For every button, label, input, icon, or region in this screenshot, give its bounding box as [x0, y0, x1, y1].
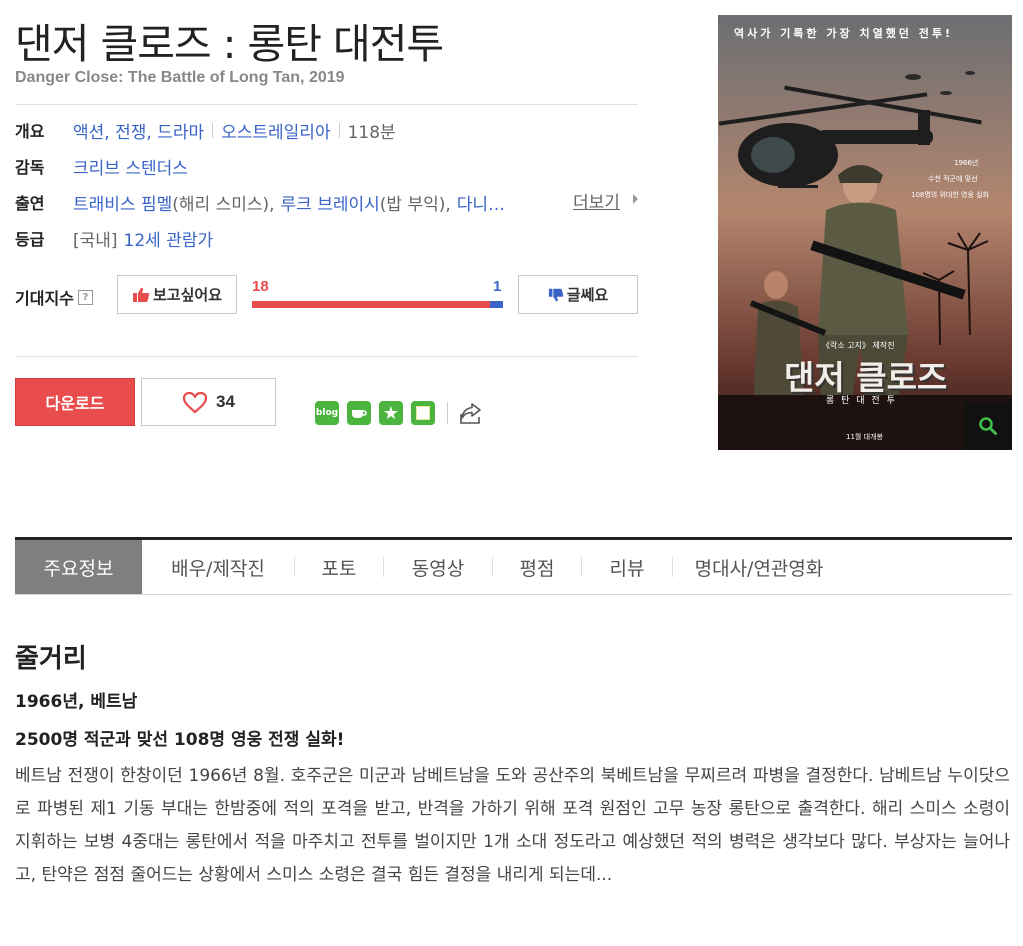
want-bar	[252, 301, 490, 308]
cast-role-1: (해리 스미스),	[172, 194, 275, 215]
poster-info-2: 수천 적군에 맞선	[928, 175, 978, 183]
overview-row: 개요 액션, 전쟁, 드라마 오스트레일리아 118분	[15, 117, 396, 143]
want-to-see-label: 보고싶어요	[152, 286, 222, 304]
rating-label: 등급	[15, 230, 45, 249]
help-icon[interactable]: ?	[77, 289, 93, 305]
expectation-divider	[15, 356, 638, 357]
movie-title: 댄저 클로즈 : 롱탄 대전투	[15, 20, 444, 68]
like-button[interactable]: 34	[141, 378, 276, 426]
cast-link-1[interactable]: 트래비스 핌멜	[73, 190, 172, 215]
movie-original-title: Danger Close: The Battle of Long Tan, 20…	[15, 69, 345, 86]
plot-headline-1: 1966년, 베트남	[15, 692, 138, 712]
tab-quotes-related[interactable]: 명대사/연관영화	[673, 540, 845, 594]
share-divider	[447, 402, 448, 424]
chevron-right-icon	[633, 194, 638, 204]
movie-poster[interactable]: 역사가 기록한 가장 치열했던 전투! 1966년 수천 적군에 맞선 108명…	[718, 15, 1012, 450]
poster-tagline: 역사가 기록한 가장 치열했던 전투!	[734, 27, 954, 40]
cast-link-3[interactable]: 다니…	[457, 190, 505, 215]
download-button[interactable]: 다운로드	[15, 378, 135, 426]
not-sure-label: 글쎄요	[566, 286, 609, 304]
want-count: 18	[252, 278, 269, 295]
director-label: 감독	[15, 158, 45, 177]
overview-label: 개요	[15, 122, 45, 141]
cafe-icon[interactable]	[347, 401, 371, 425]
expectation-label-text: 기대지수	[15, 289, 74, 308]
like-count: 34	[216, 392, 235, 411]
share-icon[interactable]	[458, 400, 484, 426]
plot-heading: 줄거리	[15, 644, 87, 674]
plot-body: 베트남 전쟁이 한창이던 1966년 8월. 호주군은 미군과 남베트남을 도와…	[15, 766, 1010, 885]
rating-row: 등급 [국내] 12세 관람가	[15, 225, 213, 251]
meh-count: 1	[493, 278, 502, 295]
cast-row: 출연 트래비스 핌멜 (해리 스미스), 루크 브레이시 (밥 부익), 다니…	[15, 189, 505, 215]
not-sure-button[interactable]: 글쎄요	[518, 275, 638, 314]
poster-zoom-button[interactable]	[964, 402, 1012, 450]
poster-info-1: 1966년	[954, 159, 979, 167]
country-link[interactable]: 오스트레일리아	[221, 118, 330, 143]
poster-release: 11월 대개봉	[846, 433, 883, 441]
tab-rating[interactable]: 평점	[493, 540, 581, 594]
plot-headline-2: 2500명 적군과 맞선 108명 영웅 전쟁 실화!	[15, 730, 345, 750]
tab-bar: 주요정보 배우/제작진 포토 동영상 평점 리뷰 명대사/연관영화	[15, 537, 1012, 595]
director-link[interactable]: 크리브 스텐더스	[73, 154, 188, 179]
want-to-see-button[interactable]: 보고싶어요	[117, 275, 237, 314]
genre-link[interactable]: 액션, 전쟁, 드라마	[73, 118, 204, 143]
separator	[338, 122, 340, 138]
tab-main-info[interactable]: 주요정보	[15, 540, 142, 594]
thumbs-down-icon	[548, 288, 564, 301]
meh-bar	[490, 301, 503, 308]
cast-role-2: (밥 부익),	[379, 194, 451, 215]
separator	[212, 122, 214, 138]
poster-logo-sub: 롱 탄 대 전 투	[826, 396, 897, 406]
blog-icon[interactable]: blog	[315, 401, 339, 425]
tab-photo[interactable]: 포토	[295, 540, 383, 594]
tab-video[interactable]: 동영상	[384, 540, 492, 594]
rating-link[interactable]: 12세 관람가	[124, 226, 214, 251]
search-icon	[979, 417, 997, 435]
memo-icon[interactable]	[411, 401, 435, 425]
tab-review[interactable]: 리뷰	[582, 540, 672, 594]
rating-region: [국내]	[73, 230, 118, 251]
thumbs-up-icon	[132, 287, 150, 302]
memo-sheet	[416, 406, 430, 420]
cast-label: 출연	[15, 194, 45, 213]
poster-info-3: 108명의 위대한 영웅 실화	[911, 191, 989, 199]
star-bookmark-icon[interactable]: ★	[379, 401, 403, 425]
tab-cast-crew[interactable]: 배우/제작진	[142, 540, 294, 594]
expectation-label: 기대지수 ?	[15, 285, 93, 309]
cup-icon	[352, 410, 367, 418]
director-row: 감독 크리브 스텐더스	[15, 153, 188, 179]
poster-logo-title: 댄저 클로즈	[784, 358, 948, 397]
runtime: 118분	[347, 122, 396, 143]
title-divider	[15, 104, 638, 105]
cast-more-link[interactable]: 더보기	[573, 188, 620, 213]
heart-icon	[182, 391, 208, 413]
poster-credit: 《락소 고지》 제작진	[822, 341, 895, 350]
cast-link-2[interactable]: 루크 브레이시	[281, 190, 380, 215]
